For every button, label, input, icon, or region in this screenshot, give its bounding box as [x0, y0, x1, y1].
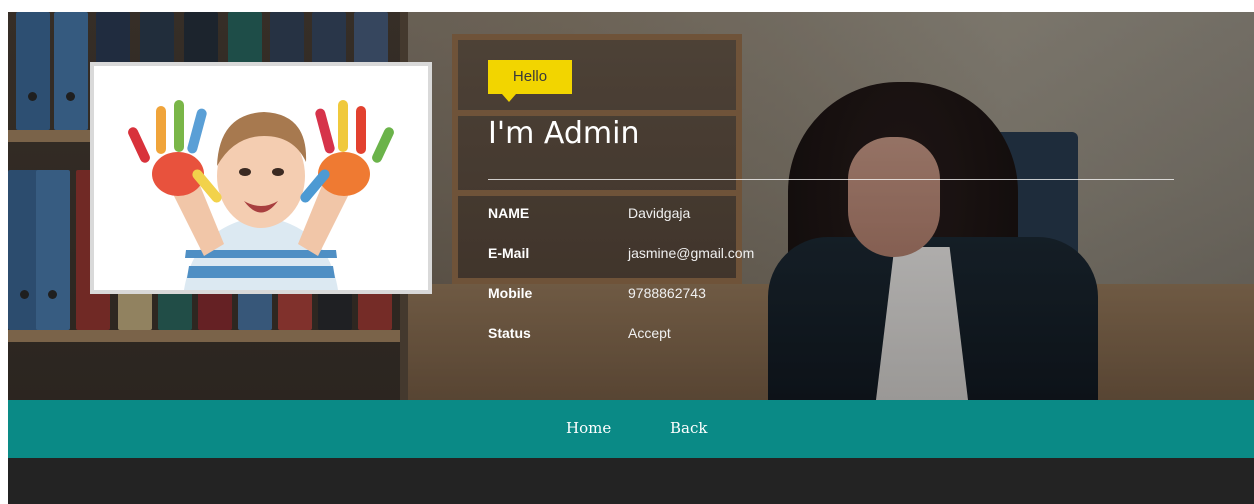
mobile-value: 9788862743	[628, 285, 706, 301]
hello-badge: Hello	[488, 60, 572, 102]
title-divider	[488, 179, 1174, 180]
profile-photo	[90, 62, 432, 294]
home-link[interactable]: Home	[566, 419, 611, 437]
page-title: I'm Admin	[488, 116, 640, 151]
status-value: Accept	[628, 325, 671, 341]
nav-bar: Home Back	[8, 400, 1254, 458]
child-painted-hands-image	[94, 66, 428, 290]
email-value: jasmine@gmail.com	[628, 245, 755, 261]
name-value: Davidgaja	[628, 205, 691, 221]
back-link[interactable]: Back	[670, 419, 707, 437]
footer	[8, 458, 1254, 504]
status-label: Status	[488, 325, 531, 341]
mobile-label: Mobile	[488, 285, 533, 301]
email-label: E-Mail	[488, 245, 530, 261]
profile-page: Hello I'm Admin NAME Davidgaja E-Mail ja…	[8, 12, 1254, 504]
name-label: NAME	[488, 205, 530, 221]
